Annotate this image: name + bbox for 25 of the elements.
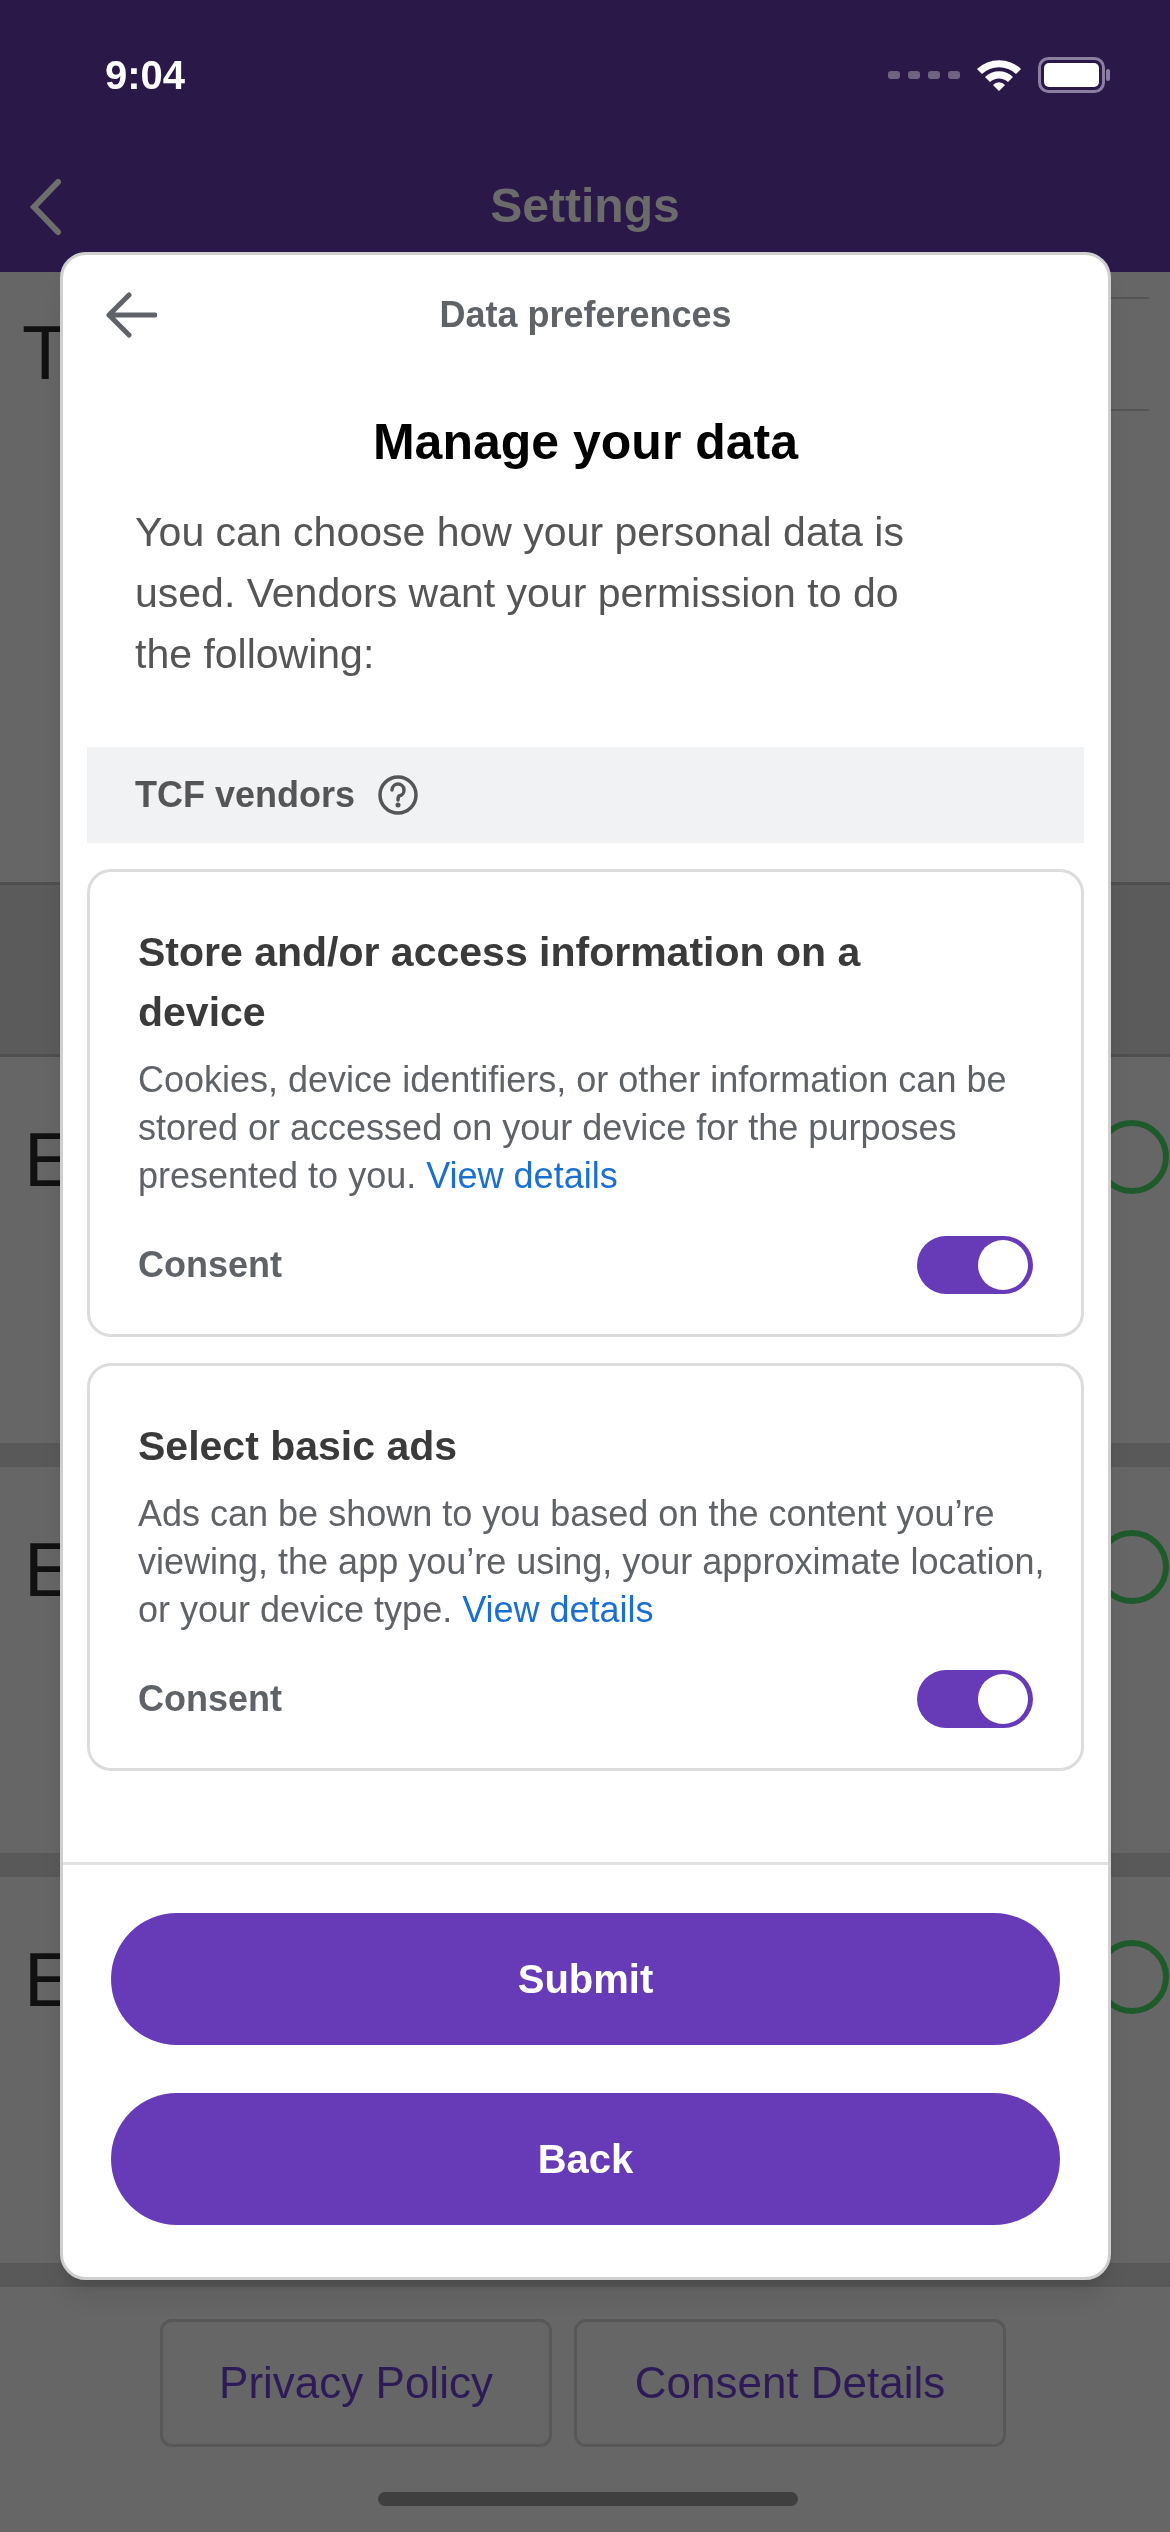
- help-icon[interactable]: [377, 774, 420, 816]
- back-chevron-icon[interactable]: [28, 178, 62, 236]
- section-label: TCF vendors: [135, 773, 356, 817]
- consent-toggle[interactable]: [917, 1670, 1033, 1728]
- view-details-link[interactable]: View details: [426, 1155, 618, 1196]
- footer-link-button[interactable]: Privacy Policy: [160, 2319, 552, 2447]
- dialog-header-title: Data preferences: [439, 293, 732, 337]
- purpose-title: Store and/or access information on a device: [138, 928, 862, 1037]
- purpose-title: Select basic ads: [138, 1422, 459, 1471]
- battery-icon: [1038, 57, 1110, 93]
- consent-toggle[interactable]: [917, 1236, 1033, 1294]
- consent-label: Consent: [138, 1243, 282, 1287]
- screen-title: Settings: [490, 178, 680, 234]
- purpose-description: Cookies, device identifiers, or other information can be stored or accessed on your device for the purposes presented to you. View details: [138, 1058, 1008, 1198]
- intro-text: You can choose how your personal data is used. Vendors want your permission to do the following:: [134, 508, 905, 679]
- purpose-description: Ads can be shown to you based on the content you’re viewing, the app you’re using, your approximate location, or your device type. View details: [138, 1492, 1046, 1632]
- dialog-title: Manage your data: [371, 413, 800, 472]
- status-time: 9:04: [105, 52, 186, 99]
- footer-link-button[interactable]: Consent Details: [574, 2319, 1006, 2447]
- view-details-link[interactable]: View details: [462, 1589, 654, 1630]
- back-arrow-icon[interactable]: [105, 292, 157, 338]
- dialog-action-button[interactable]: Submit: [111, 1913, 1060, 2045]
- dialog-action-button[interactable]: Back: [111, 2093, 1060, 2225]
- signal-icon: [888, 69, 960, 81]
- consent-label: Consent: [138, 1677, 282, 1721]
